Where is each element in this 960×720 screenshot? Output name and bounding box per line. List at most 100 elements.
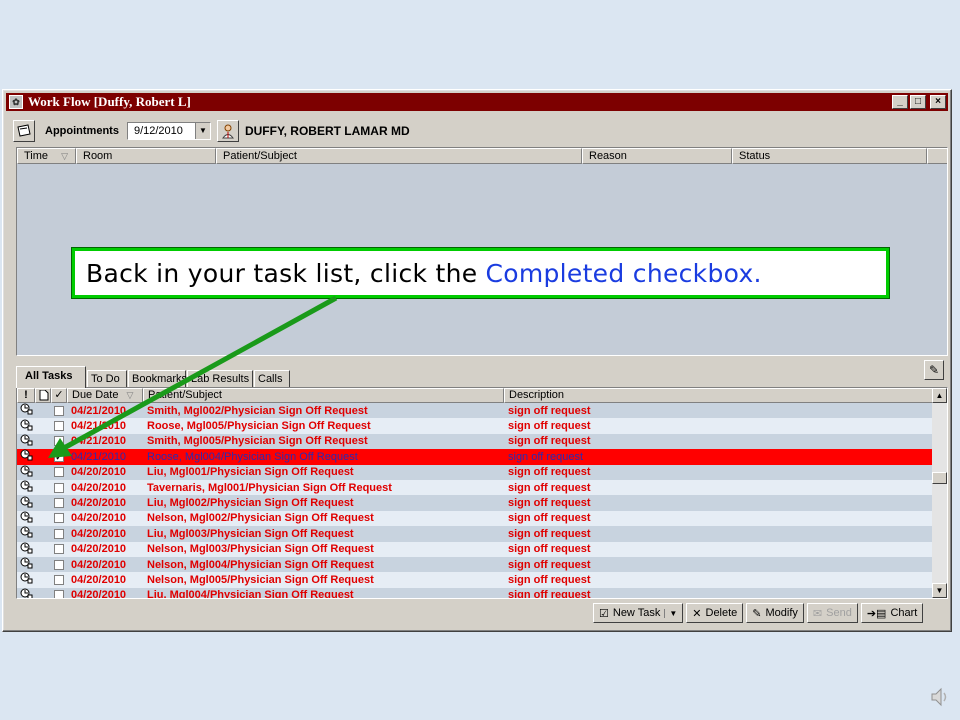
column-reason[interactable]: Reason — [582, 148, 732, 164]
task-rows: 04/21/2010 Smith, Mgl002/Physician Sign O… — [17, 403, 947, 599]
column-description[interactable]: Description — [504, 388, 935, 403]
chart-icon: ➔▤ — [866, 607, 887, 620]
due-date-cell: 04/20/2010 — [71, 481, 127, 494]
modify-icon: ✎ — [752, 607, 762, 620]
maximize-button[interactable]: □ — [910, 95, 926, 109]
completed-checkbox[interactable] — [51, 544, 67, 555]
task-type-icon — [17, 511, 35, 526]
task-tabs: All Tasks To Do Bookmarks Lab Results Ca… — [16, 366, 916, 388]
window-title: Work Flow [Duffy, Robert L] — [28, 94, 191, 109]
patient-subject-cell: Liu, Mgl001/Physician Sign Off Request — [147, 466, 354, 479]
task-type-icon — [17, 526, 35, 541]
callout-highlight: Completed checkbox. — [485, 258, 762, 288]
task-type-icon — [17, 465, 35, 480]
description-cell: sign off request — [508, 512, 591, 525]
table-row[interactable]: 04/21/2010 Smith, Mgl002/Physician Sign O… — [17, 403, 947, 419]
task-type-icon — [17, 403, 35, 418]
delete-button[interactable]: ✕ Delete — [686, 603, 744, 623]
due-date-cell: 04/21/2010 — [71, 404, 127, 417]
column-due-date[interactable]: Due Date ▽ — [67, 388, 143, 403]
chart-button[interactable]: ➔▤ Chart — [860, 603, 924, 623]
task-type-icon — [17, 419, 35, 434]
table-row[interactable]: 04/20/2010 Nelson, Mgl002/Physician Sign … — [17, 510, 947, 527]
completed-checkbox[interactable] — [51, 421, 67, 432]
chevron-down-icon[interactable]: ▼ — [664, 608, 677, 618]
modify-button[interactable]: ✎ Modify — [746, 603, 804, 623]
tab-bookmarks[interactable]: Bookmarks — [128, 370, 187, 388]
task-type-icon — [17, 572, 35, 587]
completed-checkbox[interactable] — [51, 467, 67, 478]
table-row[interactable]: 04/20/2010 Liu, Mgl004/Physician Sign Off… — [17, 587, 947, 599]
appointment-book-icon[interactable] — [13, 120, 35, 142]
completed-checkbox[interactable] — [51, 559, 67, 570]
send-button[interactable]: ✉ Send — [806, 603, 858, 623]
column-priority[interactable]: ! — [17, 388, 35, 403]
new-task-button[interactable]: ☑ New Task ▼ — [593, 603, 684, 623]
due-date-cell: 04/20/2010 — [71, 527, 127, 540]
due-date-cell: 04/20/2010 — [71, 512, 127, 525]
table-row[interactable]: 04/20/2010 Liu, Mgl003/Physician Sign Off… — [17, 526, 947, 542]
scroll-thumb[interactable] — [932, 472, 947, 484]
task-type-icon — [17, 557, 35, 572]
table-row[interactable]: 04/20/2010 Tavernaris, Mgl001/Physician S… — [17, 479, 947, 496]
chevron-down-icon[interactable]: ▼ — [194, 123, 210, 139]
scroll-down-arrow-icon[interactable]: ▼ — [932, 583, 947, 598]
tasks-scrollbar[interactable]: ▲ ▼ — [932, 388, 947, 598]
patient-subject-cell: Nelson, Mgl005/Physician Sign Off Reques… — [147, 573, 374, 586]
tab-all-tasks[interactable]: All Tasks — [16, 366, 86, 388]
completed-checkbox[interactable] — [51, 513, 67, 524]
table-row[interactable]: ✓ 04/21/2010 Roose, Mgl004/Physician Sign … — [17, 449, 947, 465]
new-task-icon: ☑ — [599, 607, 609, 620]
column-time[interactable]: Time ▽ — [17, 148, 76, 164]
patient-subject-cell: Tavernaris, Mgl001/Physician Sign Off Re… — [147, 481, 392, 494]
due-date-cell: 04/20/2010 — [71, 558, 127, 571]
appointment-date-dropdown[interactable]: 9/12/2010 ▼ — [126, 122, 211, 140]
completed-checkbox[interactable] — [51, 405, 67, 416]
column-patient-subject[interactable]: Patient/Subject — [216, 148, 582, 164]
task-actions: ☑ New Task ▼ ✕ Delete ✎ Modify ✉ Send ➔▤… — [593, 603, 924, 625]
column-task-patient-subject[interactable]: Patient/Subject — [143, 388, 504, 403]
completed-checkbox[interactable] — [51, 528, 67, 539]
notes-icon[interactable]: ✎ — [924, 360, 944, 380]
task-type-icon — [17, 480, 35, 495]
task-type-icon — [17, 496, 35, 511]
patient-subject-cell: Smith, Mgl002/Physician Sign Off Request — [147, 404, 368, 417]
table-row[interactable]: 04/20/2010 Nelson, Mgl004/Physician Sign … — [17, 556, 947, 573]
app-icon: ✿ — [9, 95, 23, 109]
description-cell: sign off request — [508, 589, 591, 599]
column-completed[interactable]: ✓ — [51, 388, 67, 403]
minimize-button[interactable]: _ — [892, 95, 908, 109]
due-date-cell: 04/21/2010 — [71, 435, 127, 448]
column-status[interactable]: Status — [732, 148, 927, 164]
physician-icon[interactable] — [216, 120, 239, 142]
patient-subject-cell: Liu, Mgl002/Physician Sign Off Request — [147, 497, 354, 510]
table-row[interactable]: 04/20/2010 Liu, Mgl002/Physician Sign Off… — [17, 495, 947, 511]
appointments-label: Appointments — [45, 125, 119, 137]
completed-checkbox[interactable] — [51, 436, 67, 447]
due-date-cell: 04/20/2010 — [71, 543, 127, 556]
scroll-up-arrow-icon[interactable]: ▲ — [932, 388, 947, 403]
table-row[interactable]: 04/20/2010 Liu, Mgl001/Physician Sign Off… — [17, 464, 947, 480]
task-type-icon — [17, 449, 35, 464]
due-date-cell: 04/20/2010 — [71, 589, 127, 599]
tab-calls[interactable]: Calls — [254, 370, 290, 388]
table-row[interactable]: 04/20/2010 Nelson, Mgl005/Physician Sign … — [17, 572, 947, 588]
tab-lab-results[interactable]: Lab Results — [187, 370, 253, 388]
completed-checkbox[interactable] — [51, 590, 67, 598]
completed-checkbox[interactable] — [51, 498, 67, 509]
column-room[interactable]: Room — [76, 148, 216, 164]
table-row[interactable]: 04/20/2010 Nelson, Mgl003/Physician Sign … — [17, 541, 947, 557]
due-date-cell: 04/20/2010 — [71, 497, 127, 510]
speaker-icon[interactable] — [929, 686, 951, 708]
completed-checkbox[interactable]: ✓ — [51, 451, 67, 462]
column-document[interactable] — [35, 388, 51, 403]
close-button[interactable]: × — [930, 95, 946, 109]
completed-checkbox[interactable] — [51, 482, 67, 493]
completed-checkbox[interactable] — [51, 574, 67, 585]
tab-to-do[interactable]: To Do — [87, 370, 127, 388]
table-row[interactable]: 04/21/2010 Smith, Mgl005/Physician Sign O… — [17, 433, 947, 450]
description-cell: sign off request — [508, 404, 591, 417]
title-bar[interactable]: ✿ Work Flow [Duffy, Robert L] _ □ × — [6, 93, 948, 111]
table-row[interactable]: 04/21/2010 Roose, Mgl005/Physician Sign O… — [17, 418, 947, 434]
description-cell: sign off request — [508, 481, 591, 494]
